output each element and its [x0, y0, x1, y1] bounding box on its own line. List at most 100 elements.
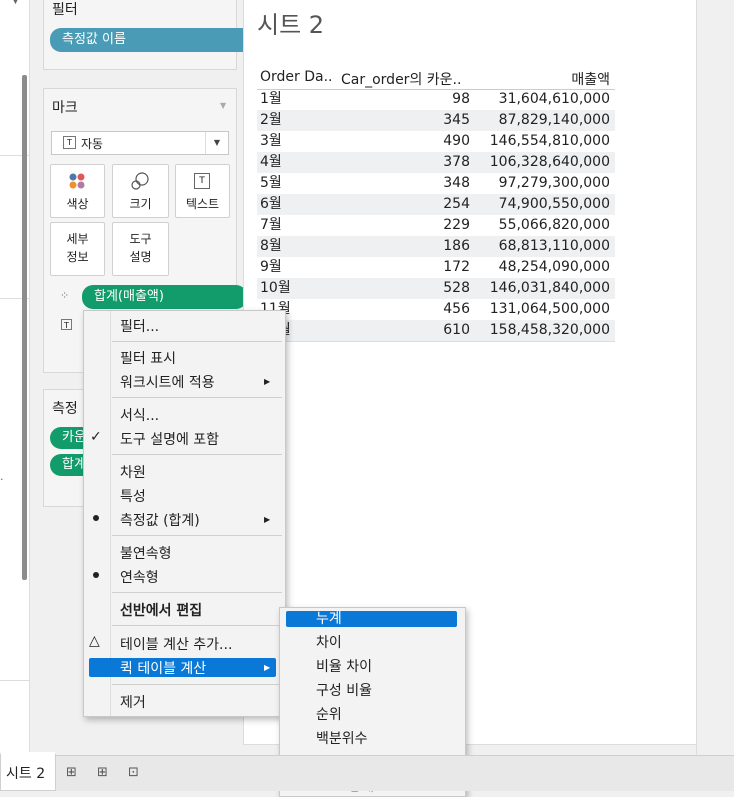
- table-row[interactable]: 6월 254 74,900,550,000: [257, 194, 615, 215]
- mark-type-value: 자동: [81, 137, 104, 151]
- menu-item-measure-sum[interactable]: 측정값 (합계): [120, 510, 200, 530]
- marks-collapse-icon[interactable]: ▼: [220, 101, 226, 110]
- menu-item-remove[interactable]: 제거: [120, 692, 146, 712]
- tooltip-card[interactable]: 도구 설명: [112, 222, 169, 276]
- cell-sales: 74,900,550,000: [498, 196, 610, 212]
- cell-sales: 68,813,110,000: [498, 238, 610, 254]
- menu-item-attribute[interactable]: 특성: [120, 486, 146, 506]
- table-row[interactable]: 5월 348 97,279,300,000: [257, 173, 615, 194]
- submenu-item-running-total-highlight[interactable]: [286, 611, 457, 627]
- size-card[interactable]: 크기: [112, 164, 169, 218]
- checkmark-icon: ✓: [90, 429, 102, 445]
- cell-month: 3월: [260, 133, 282, 149]
- detail-card-label-line1: 세부: [66, 232, 89, 246]
- table-row[interactable]: 3월 490 146,554,810,000: [257, 131, 615, 152]
- chevron-down-icon: ▼: [205, 132, 228, 154]
- submenu-item[interactable]: 누계: [316, 608, 342, 628]
- text-card-label: 텍스트: [185, 197, 220, 211]
- submenu-item[interactable]: 구성 비율: [316, 680, 372, 700]
- menu-item-quick-table-calc[interactable]: 퀵 테이블 계산: [120, 658, 206, 678]
- text-mark-row-icon: T: [61, 319, 72, 330]
- table-row[interactable]: 7월 229 55,066,820,000: [257, 215, 615, 236]
- column-header-order-date[interactable]: Order Da..: [260, 69, 333, 85]
- cell-count: 186: [443, 238, 470, 254]
- table-bottom-border: [257, 341, 615, 342]
- delta-icon: △: [89, 633, 100, 649]
- cell-count: 490: [443, 133, 470, 149]
- text-card[interactable]: T 텍스트: [175, 164, 230, 218]
- menu-item-dimension[interactable]: 차원: [120, 462, 146, 482]
- menu-separator: [112, 535, 282, 536]
- cell-sales: 31,604,610,000: [498, 91, 610, 107]
- cell-count: 254: [443, 196, 470, 212]
- menu-item-apply-worksheets[interactable]: 워크시트에 적용: [120, 372, 215, 392]
- menu-separator: [112, 592, 282, 593]
- filters-title: 필터: [52, 2, 78, 18]
- shelf-scrollbar[interactable]: [22, 75, 27, 580]
- column-header-sales[interactable]: 매출액: [570, 69, 610, 89]
- mark-type-select[interactable]: T 자동 ▼: [51, 131, 229, 155]
- cell-sales: 158,458,320,000: [489, 322, 610, 338]
- table-row[interactable]: 10월 528 146,031,840,000: [257, 278, 615, 299]
- left-edge-dot: .: [0, 470, 4, 483]
- cell-count: 378: [443, 154, 470, 170]
- menu-item-add-table-calc[interactable]: 테이블 계산 추가...: [120, 634, 232, 654]
- submenu-item[interactable]: 비율 차이: [316, 656, 372, 676]
- cell-sales: 87,829,140,000: [498, 112, 610, 128]
- table-row[interactable]: 1월 98 31,604,610,000: [257, 89, 615, 110]
- cell-sales: 131,064,500,000: [489, 301, 610, 317]
- measures-title: 측정: [52, 401, 78, 417]
- radio-bullet-icon: [93, 515, 99, 521]
- tooltip-card-label-line2: 설명: [129, 250, 152, 264]
- color-card-label: 색상: [66, 197, 89, 211]
- new-worksheet-icon[interactable]: ⊞: [66, 765, 77, 780]
- cell-count: 528: [443, 280, 470, 296]
- color-dots-icon: [69, 173, 85, 189]
- table-row[interactable]: 9월 172 48,254,090,000: [257, 257, 615, 278]
- dropdown-arrow-icon[interactable]: ▼: [12, 0, 19, 6]
- menu-item-filter[interactable]: 필터...: [120, 316, 159, 336]
- cell-month: 7월: [260, 217, 282, 233]
- cell-count: 229: [443, 217, 470, 233]
- table-row[interactable]: 4월 378 106,328,640,000: [257, 152, 615, 173]
- size-icon: [131, 172, 149, 190]
- new-dashboard-icon[interactable]: ⊞: [97, 765, 108, 780]
- marks-pill-sum-sales[interactable]: 합계(매출액): [82, 285, 247, 309]
- cell-sales: 106,328,640,000: [489, 154, 610, 170]
- menu-item-format[interactable]: 서식...: [120, 405, 159, 425]
- tab-sheet2-label: 시트 2: [6, 766, 46, 782]
- cell-sales: 97,279,300,000: [498, 175, 610, 191]
- menu-item-discrete[interactable]: 불연속형: [120, 543, 172, 563]
- radio-bullet-icon: [93, 572, 99, 578]
- table-row[interactable]: 12월610158,458,320,000: [257, 320, 615, 341]
- filter-pill-measure-names[interactable]: 측정값 이름: [50, 28, 254, 52]
- menu-item-include-tooltip[interactable]: 도구 설명에 포함: [120, 429, 219, 449]
- tab-sheet2[interactable]: 시트 2: [0, 752, 56, 791]
- table-row[interactable]: 11월 456 131,064,500,000: [257, 299, 615, 320]
- menu-separator: [112, 341, 282, 342]
- menu-separator: [112, 454, 282, 455]
- cell-count: 172: [443, 259, 470, 275]
- menu-separator: [112, 684, 282, 685]
- size-card-label: 크기: [129, 197, 152, 211]
- new-story-icon[interactable]: ⊡: [128, 765, 139, 780]
- submenu-arrow-icon: ▶: [264, 515, 271, 524]
- menu-separator: [112, 625, 282, 626]
- cell-month: 2월: [260, 112, 282, 128]
- submenu-item[interactable]: 차이: [316, 632, 342, 652]
- table-row[interactable]: 8월 186 68,813,110,000: [257, 236, 615, 257]
- cell-count: 98: [452, 91, 470, 107]
- text-mark-icon: T: [63, 136, 76, 149]
- table-row[interactable]: 2월 345 87,829,140,000: [257, 110, 615, 131]
- tab-bar: [0, 755, 734, 791]
- menu-item-edit-in-shelf[interactable]: 선반에서 편집: [120, 600, 202, 620]
- menu-item-show-filter[interactable]: 필터 표시: [120, 348, 176, 368]
- submenu-item[interactable]: 순위: [316, 704, 342, 724]
- color-card[interactable]: 색상: [50, 164, 105, 218]
- cell-month: 1월: [260, 91, 282, 107]
- cell-sales: 146,031,840,000: [489, 280, 610, 296]
- submenu-item[interactable]: 백분위수: [316, 728, 368, 748]
- detail-card[interactable]: 세부 정보: [50, 222, 105, 276]
- column-header-count[interactable]: Car_order의 카운..: [341, 69, 461, 89]
- menu-item-continuous[interactable]: 연속형: [120, 567, 159, 587]
